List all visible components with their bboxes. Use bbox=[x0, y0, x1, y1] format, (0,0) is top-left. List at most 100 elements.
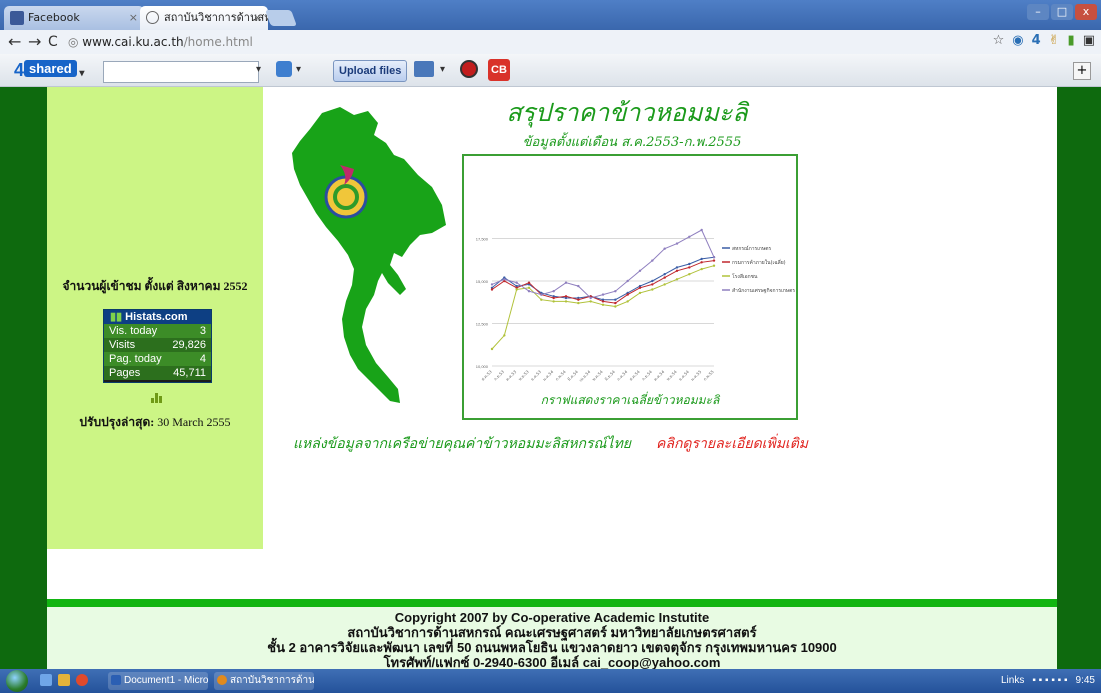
data-point bbox=[601, 293, 605, 296]
taskbar-item-browser[interactable]: สถาบันวิชาการด้านสหก... bbox=[214, 672, 314, 690]
data-point bbox=[614, 301, 617, 305]
footer-address: ชั้น 2 อาคารวิจัยและพัฒนา เลขที่ 50 ถนนพ… bbox=[267, 640, 837, 655]
data-point bbox=[577, 301, 580, 305]
taskbar-item-word[interactable]: Document1 - Micros... bbox=[108, 672, 208, 690]
close-window-button[interactable]: x bbox=[1075, 4, 1097, 20]
record-icon[interactable] bbox=[460, 60, 478, 78]
extension-icons: ☆ ◉ 4 ✌ ▮ ▣ bbox=[993, 33, 1095, 48]
data-point bbox=[638, 269, 642, 272]
upload-files-button[interactable]: Upload files bbox=[333, 60, 408, 82]
data-point bbox=[700, 267, 703, 271]
data-point bbox=[614, 290, 617, 293]
minimize-button[interactable]: – bbox=[1027, 4, 1049, 20]
data-point bbox=[626, 293, 629, 296]
data-point bbox=[527, 281, 531, 284]
visitors-label: จำนวนผู้เข้าชม ตั้งแต่ สิงหาคม 2552 bbox=[62, 279, 248, 293]
data-point bbox=[614, 298, 617, 301]
extension-signal-icon[interactable]: ▮ bbox=[1068, 33, 1075, 48]
star-icon[interactable]: ☆ bbox=[993, 33, 1005, 48]
series-line bbox=[491, 229, 715, 299]
chevron-down-icon[interactable]: ▾ bbox=[296, 64, 301, 75]
data-point bbox=[601, 303, 605, 306]
globe-icon: ◎ bbox=[68, 35, 83, 49]
window-controls: – □ x bbox=[1027, 4, 1097, 20]
bookmark-icon[interactable] bbox=[276, 61, 292, 77]
close-tab-icon[interactable]: × bbox=[253, 6, 262, 30]
legend-label: สหกรณ์การเกษตร bbox=[732, 245, 771, 252]
stats-chart-icon[interactable] bbox=[151, 393, 163, 403]
4shared-logo-number: 4 bbox=[14, 60, 25, 80]
toolbar-search-input[interactable] bbox=[103, 61, 259, 83]
data-source-text: แหล่งข้อมูลจากเครือข่ายคุณค่าข้าวหอมมะลิ… bbox=[293, 436, 632, 452]
4shared-logo[interactable]: 4 shared ▾ bbox=[14, 60, 84, 80]
data-point bbox=[651, 288, 654, 291]
data-point bbox=[503, 334, 506, 337]
links-toolbar[interactable]: Links bbox=[1001, 672, 1024, 690]
legend-label: สำนักงานเศรษฐกิจการเกษตร bbox=[732, 287, 795, 294]
last-updated: ปรับปรุงล่าสุด: 30 March 2555 bbox=[47, 413, 263, 432]
page-content: จำนวนผู้เข้าชม ตั้งแต่ สิงหาคม 2552 ▮▮ H… bbox=[0, 87, 1101, 669]
price-chart[interactable]: 10,000 12,500 15,000 17,500 ส.ค.53 ก.ย.53 ต.ค.… bbox=[462, 154, 798, 420]
browser-tab-bar: Facebook × สถาบันวิชาการด้านสหกรณ์ Co × … bbox=[0, 0, 1101, 30]
data-point bbox=[638, 291, 642, 295]
facebook-favicon-icon bbox=[10, 11, 24, 25]
data-point bbox=[589, 296, 592, 300]
quicklaunch-icon[interactable] bbox=[76, 674, 88, 686]
url-field[interactable]: ◎ www.cai.ku.ac.th/home.html bbox=[68, 33, 253, 51]
quicklaunch-icon[interactable] bbox=[40, 674, 52, 686]
chart-svg: 10,00012,50015,00017,500ส.ค.53 ก.ย.53 ต.ค.… bbox=[476, 228, 795, 383]
chevron-down-icon[interactable]: ▾ bbox=[440, 64, 445, 75]
tab-label: Facebook bbox=[28, 11, 80, 24]
reload-icon[interactable]: C bbox=[48, 32, 58, 52]
data-point bbox=[564, 300, 568, 303]
4shared-logo-word: shared bbox=[24, 60, 77, 77]
x-tick-label: ม.ค.55 bbox=[690, 369, 703, 382]
x-tick-label: มี.ค.54 bbox=[566, 369, 579, 382]
x-tick-label: ต.ค.54 bbox=[653, 369, 666, 382]
data-point bbox=[626, 300, 629, 303]
tray-icons: ▪ ▪ ▪ ▪ ▪ ▪ bbox=[1032, 675, 1068, 686]
maximize-button[interactable]: □ bbox=[1051, 4, 1073, 20]
extension-hand-icon[interactable]: ✌ bbox=[1049, 33, 1060, 48]
data-point bbox=[614, 305, 617, 308]
page-title: สรุปราคาข้าวหอมมะลิ bbox=[506, 98, 748, 127]
page-subtitle: ข้อมูลตั้งแต่เดือน ส.ค.2553-ก.พ.2555 bbox=[522, 135, 742, 150]
histats-row: Visits 29,826 bbox=[104, 338, 211, 352]
data-point bbox=[700, 228, 703, 232]
add-button[interactable]: + bbox=[1073, 62, 1091, 80]
more-details-link[interactable]: คลิกดูรายละเอียดเพิ่มเติม bbox=[656, 433, 808, 455]
series-line bbox=[491, 265, 715, 350]
new-tab-button[interactable] bbox=[265, 10, 297, 26]
start-button[interactable] bbox=[6, 670, 28, 692]
page-menu-icon[interactable]: ▣ bbox=[1083, 33, 1095, 48]
tab-facebook[interactable]: Facebook × bbox=[4, 6, 144, 30]
tab-cai[interactable]: สถาบันวิชาการด้านสหกรณ์ Co × bbox=[140, 6, 268, 30]
cb-button[interactable]: CB bbox=[488, 59, 510, 81]
data-point bbox=[552, 300, 555, 303]
extension-4shared-icon[interactable]: 4 bbox=[1032, 33, 1041, 48]
forward-arrow-icon[interactable]: → bbox=[28, 32, 41, 52]
data-point bbox=[688, 235, 691, 238]
legend-label: กรมการค้าภายใน(เฉลี่ย) bbox=[732, 259, 786, 266]
y-tick-label: 12,500 bbox=[476, 322, 489, 327]
data-point bbox=[663, 247, 666, 250]
back-arrow-icon[interactable]: ← bbox=[8, 32, 21, 52]
extension-eye-icon[interactable]: ◉ bbox=[1012, 33, 1023, 48]
histats-counter[interactable]: ▮▮ Histats.com Vis. today 3 Visits 29,826 … bbox=[103, 309, 212, 383]
screen-capture-icon[interactable] bbox=[414, 61, 434, 77]
x-tick-label: ก.ย.54 bbox=[641, 369, 654, 382]
url-host: www.cai.ku.ac.th bbox=[82, 35, 184, 49]
chevron-down-icon[interactable]: ▾ bbox=[256, 64, 261, 75]
thailand-map-image bbox=[292, 107, 446, 403]
data-point bbox=[490, 283, 494, 286]
data-point bbox=[675, 266, 679, 269]
chevron-down-icon[interactable]: ▾ bbox=[77, 68, 84, 79]
quicklaunch-icon[interactable] bbox=[58, 674, 70, 686]
clock[interactable]: 9:45 bbox=[1076, 672, 1095, 690]
close-tab-icon[interactable]: × bbox=[129, 6, 138, 30]
page-favicon-icon bbox=[146, 11, 159, 24]
browser-icon bbox=[217, 675, 227, 685]
x-tick-label: เม.ย.54 bbox=[578, 369, 592, 383]
data-point bbox=[564, 281, 568, 284]
data-point bbox=[712, 256, 716, 259]
